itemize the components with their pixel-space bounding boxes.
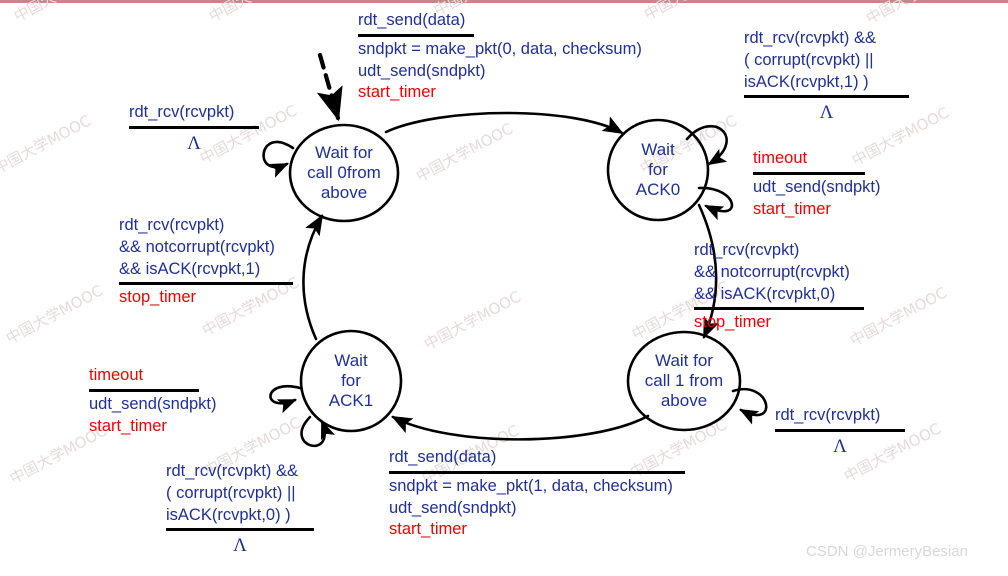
condition-line-2: ( corrupt(rcvpkt) || xyxy=(744,50,874,69)
ack0-corrupt-label: rdt_rcv(rcvpkt) && ( corrupt(rcvpkt) || … xyxy=(744,28,909,125)
condition-line-1: rdt_rcv(rcvpkt) xyxy=(119,216,225,234)
action-line-2: start_timer xyxy=(89,416,167,435)
call0-rdtrcv-label: rdt_rcv(rcvpkt) Λ xyxy=(129,102,259,156)
condition-line-3: && isACK(rcvpkt,1) xyxy=(119,259,261,278)
condition-line-2: && notcorrupt(rcvpkt) xyxy=(694,262,850,281)
ack1-corrupt-label: rdt_rcv(rcvpkt) && ( corrupt(rcvpkt) || … xyxy=(166,461,314,558)
label-divider xyxy=(129,125,259,129)
label-divider xyxy=(389,470,685,474)
action-line-2: udt_send(sndpkt) xyxy=(389,498,517,517)
action-line-3: start_timer xyxy=(389,520,467,539)
lambda-symbol: Λ xyxy=(187,132,201,154)
edge-ack1-to-call0 xyxy=(302,214,324,341)
label-divider xyxy=(89,388,199,392)
label-divider xyxy=(744,95,909,99)
condition-text: timeout xyxy=(89,366,144,384)
condition-text: rdt_send(data) xyxy=(389,448,497,466)
action-line-1: sndpkt = make_pkt(0, data, checksum) xyxy=(358,39,642,58)
ack1-timeout-label: timeout udt_send(sndpkt) start_timer xyxy=(89,365,217,437)
state-line-1: Wait for xyxy=(655,350,713,370)
condition-line-1: rdt_rcv(rcvpkt) && xyxy=(744,29,877,47)
selfloop-ack1-timeout xyxy=(269,385,302,414)
condition-line-2: && notcorrupt(rcvpkt) xyxy=(119,237,275,256)
condition-line-2: ( corrupt(rcvpkt) || xyxy=(166,483,296,502)
lambda-symbol: Λ xyxy=(833,435,847,457)
label-divider xyxy=(753,171,865,175)
edge-call0-to-ack0 xyxy=(384,111,624,135)
state-line-2: call 0from xyxy=(307,162,381,182)
action-line-1: sndpkt = make_pkt(1, data, checksum) xyxy=(389,476,673,495)
state-line-2: for xyxy=(341,370,361,390)
action-line-1: udt_send(sndpkt) xyxy=(89,394,217,413)
state-label-wait-ack0: Wait for ACK0 xyxy=(636,140,680,200)
state-line-3: ACK1 xyxy=(328,391,374,411)
action-line-2: start_timer xyxy=(753,199,831,218)
state-line-3: above xyxy=(320,183,368,203)
condition-line-3: && isACK(rcvpkt,0) xyxy=(694,284,836,303)
condition-line-1: rdt_rcv(rcvpkt) xyxy=(694,241,800,259)
state-line-2: call 1 from xyxy=(644,370,724,390)
label-divider xyxy=(694,307,864,311)
action-line-1: stop_timer xyxy=(119,288,197,307)
state-label-wait-ack1: Wait for ACK1 xyxy=(329,351,373,411)
call1-rdtrcv-label: rdt_rcv(rcvpkt) Λ xyxy=(775,405,905,459)
state-line-1: Wait xyxy=(334,350,368,370)
state-line-1: Wait xyxy=(641,139,675,159)
diagram-canvas: 中国大学MOOC 中国大学MOOC 中国大学MOOC 中国大学MOOC 中国大学MOOC… xyxy=(0,0,1008,576)
lambda-symbol: Λ xyxy=(819,102,834,124)
state-label-wait-call1: Wait for call 1 from above xyxy=(645,351,723,411)
label-divider xyxy=(166,528,314,532)
condition-line-1: rdt_rcv(rcvpkt) && xyxy=(166,462,299,480)
state-line-1: Wait for xyxy=(315,142,373,162)
csdn-credit: CSDN @JermeryBesian xyxy=(806,543,968,560)
action-line-3: start_timer xyxy=(358,83,436,102)
state-line-2: for xyxy=(648,159,668,179)
condition-text: rdt_rcv(rcvpkt) xyxy=(129,103,235,121)
state-line-3: ACK0 xyxy=(635,180,681,200)
rdt-send-0-label: rdt_send(data) sndpkt = make_pkt(0, data… xyxy=(358,10,642,104)
action-line-1: udt_send(sndpkt) xyxy=(753,177,881,196)
condition-text: rdt_send(data) xyxy=(358,11,466,29)
ack0-to-call1-label: rdt_rcv(rcvpkt) && notcorrupt(rcvpkt) &&… xyxy=(694,240,864,334)
state-line-3: above xyxy=(660,391,708,411)
condition-text: timeout xyxy=(753,149,808,167)
ack1-to-call0-label: rdt_rcv(rcvpkt) && notcorrupt(rcvpkt) &&… xyxy=(119,215,293,309)
label-divider xyxy=(358,33,474,37)
ack0-timeout-label: timeout udt_send(sndpkt) start_timer xyxy=(753,148,881,220)
lambda-symbol: Λ xyxy=(233,535,247,557)
edge-call1-to-ack1 xyxy=(391,414,650,441)
action-line-1: stop_timer xyxy=(694,313,772,332)
selfloop-call0-rdtrcv xyxy=(262,140,295,178)
rdt-send-1-label: rdt_send(data) sndpkt = make_pkt(1, data… xyxy=(389,447,685,541)
label-divider xyxy=(119,282,293,286)
label-divider xyxy=(775,428,905,432)
selfloop-ack1-corrupt xyxy=(300,415,335,448)
action-line-2: udt_send(sndpkt) xyxy=(358,61,486,80)
state-label-wait-call0: Wait for call 0from above xyxy=(307,143,381,203)
condition-line-3: isACK(rcvpkt,0) ) xyxy=(166,505,291,524)
start-arrow xyxy=(316,52,343,122)
condition-line-3: isACK(rcvpkt,1) ) xyxy=(744,72,869,91)
condition-text: rdt_rcv(rcvpkt) xyxy=(775,406,881,424)
